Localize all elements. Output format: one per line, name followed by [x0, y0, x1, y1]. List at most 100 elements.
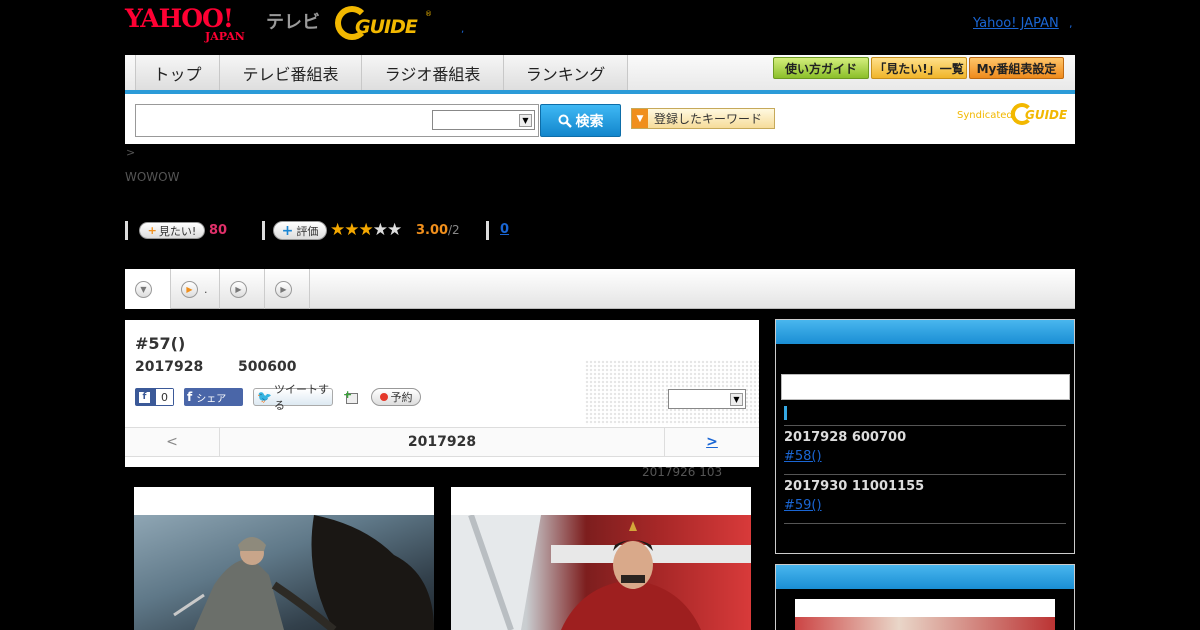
chevron-down-icon: ▼: [519, 114, 532, 127]
facebook-share-button[interactable]: f シェア: [184, 388, 243, 406]
nav-tab-top[interactable]: トップ: [135, 55, 220, 90]
star-filled-icon: ★: [330, 220, 345, 240]
sidebar-header: [776, 565, 1074, 589]
yahoo-japan-logo[interactable]: YAHOO! JAPAN: [125, 6, 265, 44]
like-count: 0: [156, 389, 173, 405]
gguide-logo-text: GUIDE: [355, 16, 418, 38]
chevron-down-icon: ▼: [730, 393, 743, 406]
want-to-watch-count: 80: [209, 223, 228, 238]
program-panel: #57() 2017928 500600 f 0 f シェア 🐦 ツイートする …: [125, 320, 759, 467]
page: YAHOO! JAPAN テレビ GUIDE ® , Yahoo! JAPAN …: [0, 0, 1200, 630]
broadcast-episode-link[interactable]: #58(): [784, 449, 822, 464]
program-time: 500600: [238, 359, 297, 375]
divider: [784, 425, 1066, 426]
review-count-link[interactable]: 0: [500, 222, 509, 237]
registered-keyword-label: 登録したキーワード: [654, 112, 763, 126]
reserve-button[interactable]: 予約: [371, 388, 421, 406]
nav-tab-radio-guide[interactable]: ラジオ番組表: [362, 55, 504, 90]
channel-name: WOWOW: [125, 170, 180, 184]
updated-timestamp: 2017926 103: [642, 465, 723, 479]
want-to-watch-button[interactable]: + 見たい!: [139, 222, 205, 239]
stat-divider: [486, 221, 489, 240]
star-empty-icon: ★: [372, 220, 388, 240]
broadcast-date: 2017928 600700: [784, 430, 907, 445]
program-photo-card[interactable]: [134, 487, 434, 630]
related-thumbnail[interactable]: [795, 599, 1055, 630]
pager-next[interactable]: >: [664, 428, 759, 456]
triangle-down-icon: ▼: [632, 109, 648, 128]
program-photo: [134, 515, 434, 630]
stat-divider: [262, 221, 265, 240]
star-filled-icon: ★: [344, 220, 359, 240]
yahoo-logo-sub: JAPAN: [205, 30, 245, 43]
program-photo-card[interactable]: [451, 487, 751, 630]
nav-tab-ranking[interactable]: ランキング: [504, 55, 628, 90]
tab-video[interactable]: ▶ .: [171, 269, 220, 309]
syndicated-gguide-logo: GUIDE: [1011, 103, 1068, 125]
twitter-bird-icon: 🐦: [257, 390, 272, 404]
tab-label: .: [204, 282, 208, 296]
plus-icon: +: [147, 224, 157, 237]
sidebar-section-marker: [784, 406, 787, 420]
play-icon: ▶: [275, 280, 292, 298]
syndicated-logo-text: GUIDE: [1025, 108, 1068, 122]
tab-related[interactable]: ▶: [220, 269, 265, 309]
tweet-label: ツイートする: [273, 383, 329, 412]
episode-pager: < 2017928 >: [125, 427, 759, 457]
want-to-watch-list-button[interactable]: 「見たい!」一覧: [871, 57, 967, 79]
usage-guide-button[interactable]: 使い方ガイド: [773, 57, 869, 79]
program-title: #57(): [135, 334, 186, 353]
header-arrow: ,: [1069, 17, 1073, 30]
breadcrumb[interactable]: >: [126, 146, 135, 159]
global-nav: トップ テレビ番組表 ラジオ番組表 ランキング 使い方ガイド 「見たい!」一覧 …: [125, 55, 1075, 94]
search-button[interactable]: 検索: [540, 104, 621, 137]
actor-in-red-robe-image: [451, 515, 751, 630]
rate-button[interactable]: + 評価: [273, 221, 327, 240]
program-tabs: ▼ ▶ . ▶ ▶: [125, 269, 1075, 309]
tweet-button[interactable]: 🐦 ツイートする: [253, 383, 333, 412]
search-icon: [558, 114, 572, 128]
upcoming-broadcasts-box: 2017928 600700 #58() 2017930 11001155 #5…: [775, 319, 1075, 554]
my-guide-settings-button[interactable]: My番組表設定: [969, 57, 1064, 79]
header-separator: ,: [461, 24, 465, 35]
program-photo: [451, 515, 751, 630]
want-to-watch-label: 見たい!: [158, 224, 197, 238]
registered-keyword-button[interactable]: ▼ 登録したキーワード: [631, 108, 775, 129]
gguide-registered-mark: ®: [425, 10, 432, 18]
add-calendar-icon[interactable]: +: [343, 388, 359, 404]
yahoo-japan-link[interactable]: Yahoo! JAPAN: [973, 16, 1059, 31]
rate-label: 評価: [296, 224, 319, 238]
play-icon: ▶: [181, 280, 198, 298]
star-empty-icon: ★: [387, 220, 402, 240]
facebook-icon: f: [139, 391, 150, 403]
search-category-select[interactable]: ▼: [432, 110, 535, 130]
record-dot-icon: [379, 393, 388, 401]
sidebar-header: [776, 320, 1074, 344]
related-thumbnail-image: [795, 617, 1055, 630]
chevron-down-icon: ▼: [135, 280, 152, 298]
tv-label: テレビ: [266, 12, 320, 33]
syndicated-label: Syndicated: [957, 110, 1013, 121]
facebook-like-button[interactable]: f 0: [135, 388, 174, 406]
sidebar-search-input[interactable]: [781, 374, 1070, 400]
tab-reviews[interactable]: ▶: [265, 269, 310, 309]
tab-info[interactable]: ▼: [125, 269, 171, 309]
divider: [784, 474, 1066, 475]
program-select[interactable]: ▼: [668, 389, 746, 409]
nav-tab-tv-guide[interactable]: テレビ番組表: [220, 55, 362, 90]
star-filled-icon: ★: [358, 220, 374, 240]
gguide-logo[interactable]: GUIDE ®: [335, 6, 435, 42]
stat-divider: [125, 221, 128, 240]
play-icon: ▶: [230, 280, 247, 298]
warrior-on-horse-image: [173, 515, 434, 630]
broadcast-date: 2017930 11001155: [784, 479, 925, 494]
pager-current-date: 2017928: [407, 434, 477, 450]
program-date: 2017928: [135, 359, 204, 375]
related-box: [775, 564, 1075, 630]
rating-score: 3.00: [416, 223, 449, 238]
plus-icon: +: [343, 388, 353, 401]
divider: [784, 523, 1066, 524]
broadcast-episode-link[interactable]: #59(): [784, 498, 822, 513]
search-bar: ▼ 検索 ▼ 登録したキーワード Syndicated GUIDE: [125, 94, 1075, 144]
pager-prev[interactable]: <: [125, 428, 220, 456]
